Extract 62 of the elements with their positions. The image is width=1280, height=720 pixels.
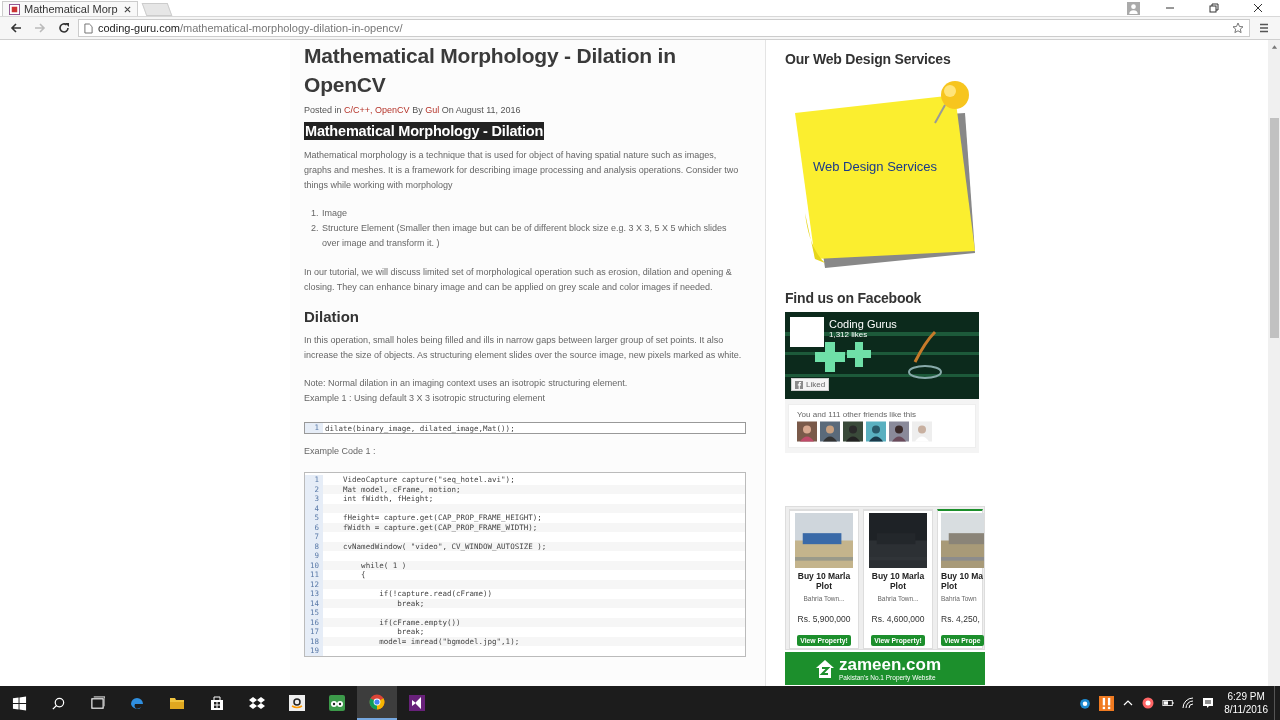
clock-date[interactable]: 8/11/2016 xyxy=(1224,703,1268,716)
address-bar[interactable]: coding-guru.com/mathematical-morphology-dilation-in-opencv/ xyxy=(78,19,1250,37)
like-button[interactable]: Liked xyxy=(791,378,830,391)
banner-text: Web Design Services xyxy=(813,159,938,174)
clock-time[interactable]: 6:29 PM xyxy=(1227,690,1265,703)
property-price: Rs. 4,250, xyxy=(941,614,980,624)
meta-link[interactable]: OpenCV xyxy=(375,105,410,115)
visual-studio-icon xyxy=(409,695,425,711)
warning-badge-icon[interactable] xyxy=(1099,695,1115,711)
menu-icon[interactable] xyxy=(1258,22,1270,34)
property-title: Buy 10 Ma Plot xyxy=(941,571,984,591)
sidebar-heading: Find us on Facebook xyxy=(785,290,923,306)
edge-browser-icon xyxy=(129,695,145,711)
section-heading: Dilation xyxy=(304,308,360,325)
folder-icon xyxy=(169,695,185,711)
taskbar-button[interactable] xyxy=(357,686,397,720)
reload-icon[interactable] xyxy=(58,22,70,34)
sidebar-heading: Our Web Design Services xyxy=(785,51,952,67)
list-number: 2. xyxy=(311,222,318,235)
scrollbar[interactable] xyxy=(1268,40,1280,686)
intro-paragraph: Mathematical morphology is a technique that is used for object of having spatial nature such as images, graphs and meshes. It is a framework for describing image processing and analysis operations. Consider two things while working with morphology xyxy=(304,149,740,192)
meta-link[interactable]: Gul xyxy=(425,105,440,115)
store-bag-icon xyxy=(209,695,225,711)
close-icon[interactable] xyxy=(1253,3,1263,13)
house-logo-icon xyxy=(815,658,835,679)
scroll-up-icon[interactable] xyxy=(1270,44,1278,50)
list-item: Structure Element (Smaller then image but can be of different block size e.g. 3 X 3, 5 X 5 which slides over image and transform it. ) xyxy=(322,222,728,250)
facebook-icon xyxy=(795,380,803,389)
skype-icon[interactable] xyxy=(1079,697,1092,709)
example-code-label: Example Code 1 : xyxy=(304,445,377,458)
property-title: Buy 10 Marla Plot xyxy=(797,571,851,591)
wifi-icon[interactable] xyxy=(1182,697,1195,709)
owl-icon xyxy=(329,695,345,711)
post-meta: Posted in C/C++, OpenCV By Gul On August 11, 2016 xyxy=(304,105,522,115)
article-title: Mathematical Morphology - Dilation in OpenCV xyxy=(304,43,677,98)
friends-text: You and 111 other friends like this xyxy=(797,410,918,419)
meta-link[interactable]: C/C++, xyxy=(344,105,373,115)
property-price: Rs. 5,900,000 xyxy=(797,614,851,624)
property-title: Buy 10 Marla Plot xyxy=(871,571,925,591)
page-name-link[interactable]: Coding Gurus xyxy=(829,318,897,330)
dropbox-icon xyxy=(249,695,265,711)
note-text: Note: Normal dilation in an imaging context uses an isotropic structuring element. xyxy=(304,377,629,390)
back-icon[interactable] xyxy=(10,22,22,34)
circle-icon[interactable] xyxy=(1142,697,1155,709)
restore-icon[interactable] xyxy=(1209,3,1219,13)
highlighted-heading: Mathematical Morphology - Dilation xyxy=(304,122,545,140)
section-paragraph: In this operation, small holes being filled and ills in narrow gaps between larger group of set points. It also increase the size of objects. As structuring element slides over the source image, new pixels marked as white. xyxy=(304,334,743,362)
page-icon xyxy=(84,22,93,34)
notification-icon[interactable] xyxy=(1202,697,1215,709)
battery-icon[interactable] xyxy=(1162,697,1175,709)
tutorial-paragraph: In our tutorial, we will discuss limited set of morphological operation such as erosion, dilation and opening & closing. They can enhance binary image and can be applied on grey scale and color images if needed. xyxy=(304,266,733,294)
amazon-icon xyxy=(289,695,305,711)
property-price: Rs. 4,600,000 xyxy=(871,614,925,624)
list-item: Image xyxy=(322,207,348,220)
browser-tab[interactable]: Mathematical Morp xyxy=(2,1,138,16)
close-icon[interactable] xyxy=(124,5,131,13)
zameen-name: zameen.com xyxy=(839,655,942,674)
example-text: Example 1 : Using default 3 X 3 isotropic structuring element xyxy=(304,392,547,405)
list-number: 1. xyxy=(311,207,318,220)
bookmark-star-icon[interactable] xyxy=(1232,22,1244,34)
chrome-icon xyxy=(369,694,385,710)
like-count: 1,312 likes xyxy=(829,330,869,339)
